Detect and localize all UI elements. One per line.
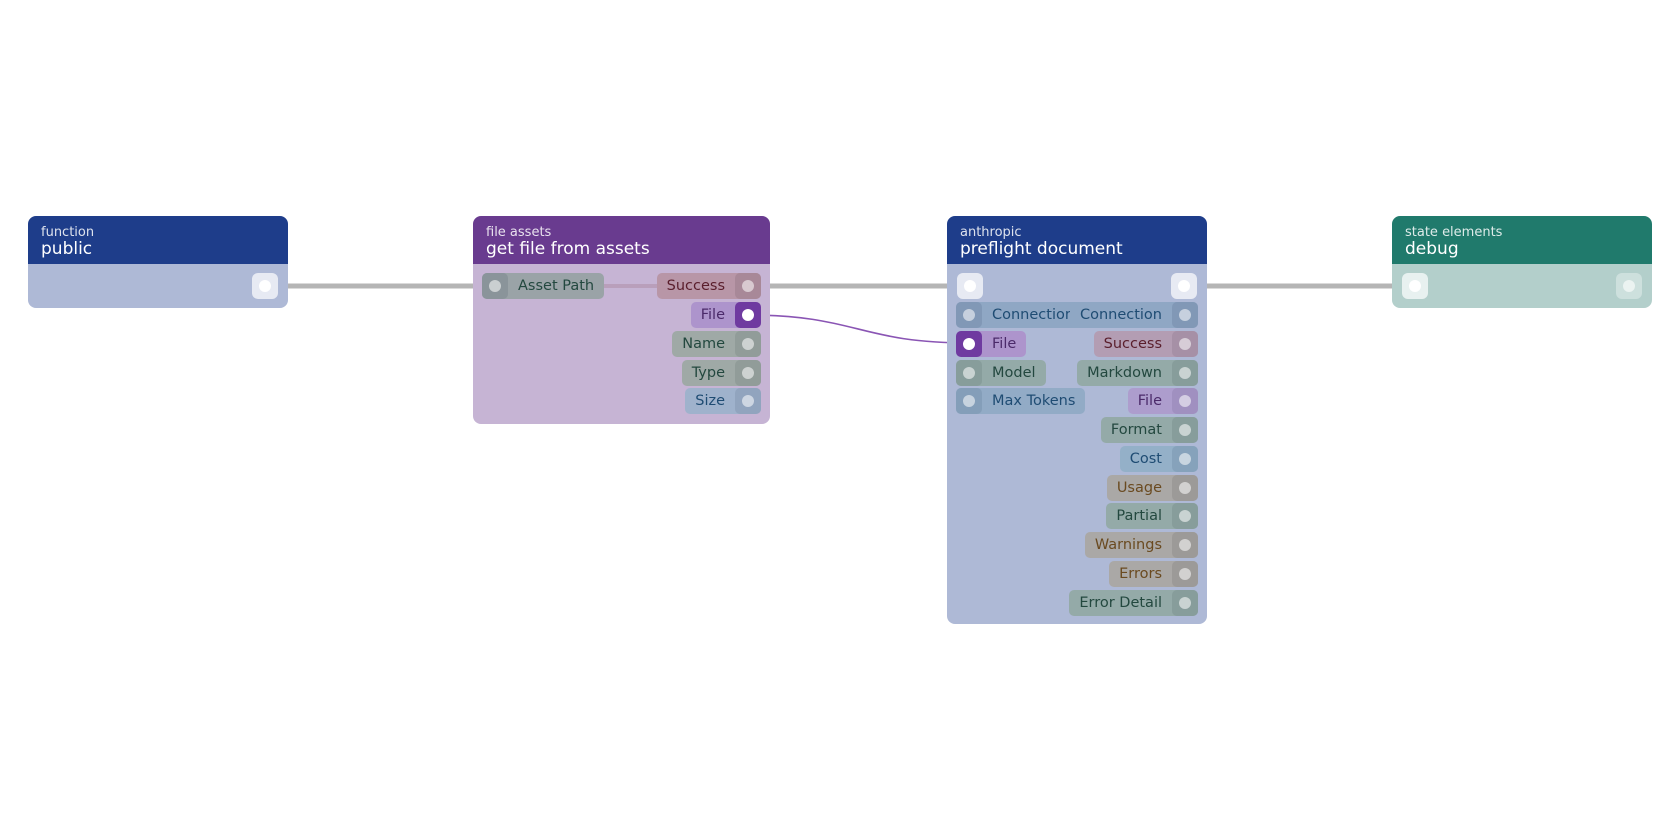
node-header[interactable]: function public: [28, 216, 288, 264]
output-handle[interactable]: [1172, 417, 1198, 443]
port-label: Format: [1110, 422, 1162, 438]
node-body: Connection File Model Max Tokens Connect…: [947, 264, 1207, 624]
node-preflight-document[interactable]: anthropic preflight document Connection …: [947, 216, 1207, 624]
node-category: state elements: [1405, 225, 1503, 240]
node-category: anthropic: [960, 225, 1022, 240]
output-port-cost[interactable]: Cost: [1119, 446, 1198, 472]
file-wire-get-file-to-preflight: [746, 314, 971, 344]
flow-out-handle[interactable]: [252, 273, 278, 299]
input-handle[interactable]: [956, 331, 982, 357]
output-handle[interactable]: [1172, 388, 1198, 414]
port-label: File: [992, 336, 1017, 352]
output-port-success[interactable]: Success: [1093, 331, 1198, 357]
node-header[interactable]: state elements debug: [1392, 216, 1652, 264]
input-handle[interactable]: [956, 388, 982, 414]
input-port-max-tokens[interactable]: Max Tokens: [956, 388, 1086, 414]
node-category: file assets: [486, 225, 552, 240]
input-port-connection[interactable]: Connection: [956, 302, 1085, 328]
output-handle[interactable]: [1172, 302, 1198, 328]
port-label: File: [1137, 393, 1162, 409]
node-get-file-from-assets[interactable]: file assets get file from assets Asset P…: [473, 216, 770, 424]
port-label: Connection: [992, 307, 1075, 323]
output-handle[interactable]: [735, 273, 761, 299]
port-label: Max Tokens: [992, 393, 1076, 409]
output-handle[interactable]: [1172, 446, 1198, 472]
port-label: Size: [695, 393, 725, 409]
port-label: Asset Path: [518, 278, 595, 294]
output-handle[interactable]: [735, 360, 761, 386]
port-label: Partial: [1116, 508, 1162, 524]
node-title: debug: [1405, 239, 1459, 259]
input-port-file[interactable]: File: [956, 331, 1027, 357]
output-handle[interactable]: [1172, 590, 1198, 616]
wire-layer: [282, 283, 1415, 344]
output-port-format[interactable]: Format: [1100, 417, 1198, 443]
flow-out-handle[interactable]: [1616, 273, 1642, 299]
output-handle[interactable]: [1172, 532, 1198, 558]
port-label: Success: [1103, 336, 1162, 352]
output-handle[interactable]: [735, 331, 761, 357]
input-handle[interactable]: [956, 360, 982, 386]
input-handle[interactable]: [956, 302, 982, 328]
output-handle[interactable]: [735, 388, 761, 414]
flow-out-handle[interactable]: [1171, 273, 1197, 299]
output-port-size[interactable]: Size: [685, 388, 761, 414]
input-port-asset-path[interactable]: Asset Path: [482, 273, 605, 299]
port-label: Connection: [1079, 307, 1162, 323]
output-handle[interactable]: [1172, 360, 1198, 386]
output-port-type[interactable]: Type: [681, 360, 761, 386]
output-handle[interactable]: [735, 302, 761, 328]
node-title: public: [41, 239, 93, 259]
port-label: Name: [682, 336, 725, 352]
node-header[interactable]: anthropic preflight document: [947, 216, 1207, 264]
output-port-markdown[interactable]: Markdown: [1077, 360, 1198, 386]
flow-in-handle[interactable]: [957, 273, 983, 299]
port-label: Warnings: [1094, 537, 1162, 553]
port-label: Type: [691, 365, 725, 381]
port-label: Model: [992, 365, 1036, 381]
input-port-model[interactable]: Model: [956, 360, 1046, 386]
node-category: function: [41, 225, 95, 240]
output-handle[interactable]: [1172, 331, 1198, 357]
port-label: Cost: [1129, 451, 1162, 467]
output-handle[interactable]: [1172, 503, 1198, 529]
node-body: [1392, 264, 1652, 308]
output-port-file[interactable]: File: [1127, 388, 1198, 414]
port-label: Markdown: [1087, 365, 1162, 381]
node-debug[interactable]: state elements debug: [1392, 216, 1652, 308]
output-port-warnings[interactable]: Warnings: [1084, 532, 1198, 558]
output-port-errors[interactable]: Errors: [1109, 561, 1198, 587]
output-handle[interactable]: [1172, 561, 1198, 587]
port-label: Usage: [1116, 480, 1162, 496]
node-title: get file from assets: [486, 239, 650, 259]
node-public[interactable]: function public: [28, 216, 288, 308]
output-port-error-detail[interactable]: Error Detail: [1069, 590, 1198, 616]
output-port-name[interactable]: Name: [672, 331, 761, 357]
port-label: Errors: [1119, 566, 1162, 582]
port-label: Success: [666, 278, 725, 294]
input-handle[interactable]: [482, 273, 508, 299]
output-port-file[interactable]: File: [690, 302, 761, 328]
output-port-partial[interactable]: Partial: [1106, 503, 1198, 529]
node-body: [28, 264, 288, 308]
node-title: preflight document: [960, 239, 1123, 259]
output-port-usage[interactable]: Usage: [1106, 475, 1198, 501]
node-header[interactable]: file assets get file from assets: [473, 216, 770, 264]
output-port-success[interactable]: Success: [656, 273, 761, 299]
flow-in-handle[interactable]: [1402, 273, 1428, 299]
output-handle[interactable]: [1172, 475, 1198, 501]
node-body: Asset Path Success File Name Type Size: [473, 264, 770, 424]
port-label: Error Detail: [1079, 595, 1162, 611]
port-label: File: [700, 307, 725, 323]
output-port-connection[interactable]: Connection: [1069, 302, 1198, 328]
